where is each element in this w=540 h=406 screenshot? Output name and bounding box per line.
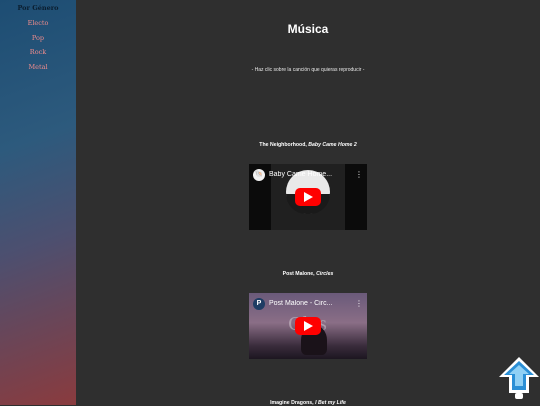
sidebar-item-pop[interactable]: Pop [0,34,76,42]
sidebar-item-rock[interactable]: Rock [0,48,76,56]
video-title[interactable]: Baby Came Home... [269,171,349,178]
more-vertical-icon[interactable]: ⋮ [355,299,363,308]
more-vertical-icon[interactable]: ⋮ [355,170,363,179]
video-embed[interactable]: 🐚 Baby Came Home... ⋮ [249,164,367,230]
play-button[interactable] [295,188,321,206]
song-caption: Post Malone, Circles [76,271,540,277]
scroll-to-top-button[interactable] [497,355,540,401]
play-button[interactable] [295,317,321,335]
arrow-up-icon [499,357,539,399]
sidebar: Por Género Electo Pop Rock Metal [0,0,76,405]
sidebar-heading: Por Género [17,4,59,12]
channel-avatar[interactable]: 🐚 [253,169,265,181]
channel-avatar[interactable]: P [253,298,265,310]
song-name: Circles [316,271,334,277]
page-title: Música [287,22,329,36]
play-icon [304,321,313,331]
song-name: I Bet my Life [315,400,346,406]
song-caption: The Neighborhood, Baby Came Home 2 [76,142,540,148]
song-name: Baby Came Home 2 [308,142,357,148]
song-caption: Imagine Dragons, I Bet my Life [76,400,540,406]
video-title[interactable]: Post Malone - Circ... [269,300,349,307]
page-subtitle: - Haz clic sobre la canción que quieras … [251,67,365,73]
video-embed[interactable]: Cles P Post Malone - Circ... ⋮ [249,293,367,359]
artist-name: Imagine Dragons, [270,400,314,406]
sidebar-item-metal[interactable]: Metal [0,63,76,71]
play-icon [304,192,313,202]
sidebar-item-electo[interactable]: Electo [0,19,76,27]
main-content: Música - Haz clic sobre la canción que q… [76,0,540,406]
artist-name: The Neighborhood, [259,142,307,148]
artist-name: Post Malone, [282,271,315,277]
